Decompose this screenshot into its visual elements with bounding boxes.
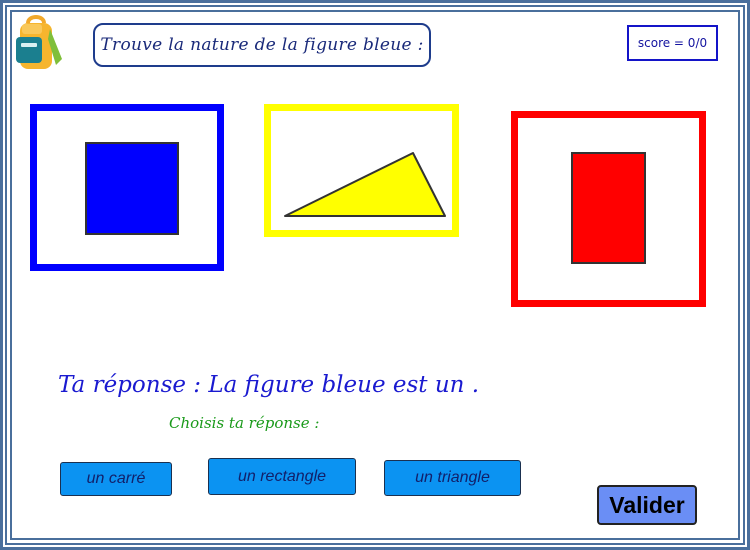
choice-carre-button[interactable]: un carré <box>60 462 172 496</box>
instruction-box: Trouve la nature de la figure bleue : <box>93 23 431 67</box>
choice-rectangle-button[interactable]: un rectangle <box>208 458 356 495</box>
answer-sentence: Ta réponse : La figure bleue est un . <box>58 372 480 398</box>
choice-triangle-button[interactable]: un triangle <box>384 460 521 496</box>
choose-prompt: Choisis ta réponse : <box>169 414 320 432</box>
validate-button[interactable]: Valider <box>597 485 697 525</box>
yellow-triangle <box>284 152 446 217</box>
red-rectangle <box>571 152 646 264</box>
blue-square <box>85 142 179 235</box>
score-display: score = 0/0 <box>627 25 718 61</box>
backpack-icon <box>16 15 62 69</box>
